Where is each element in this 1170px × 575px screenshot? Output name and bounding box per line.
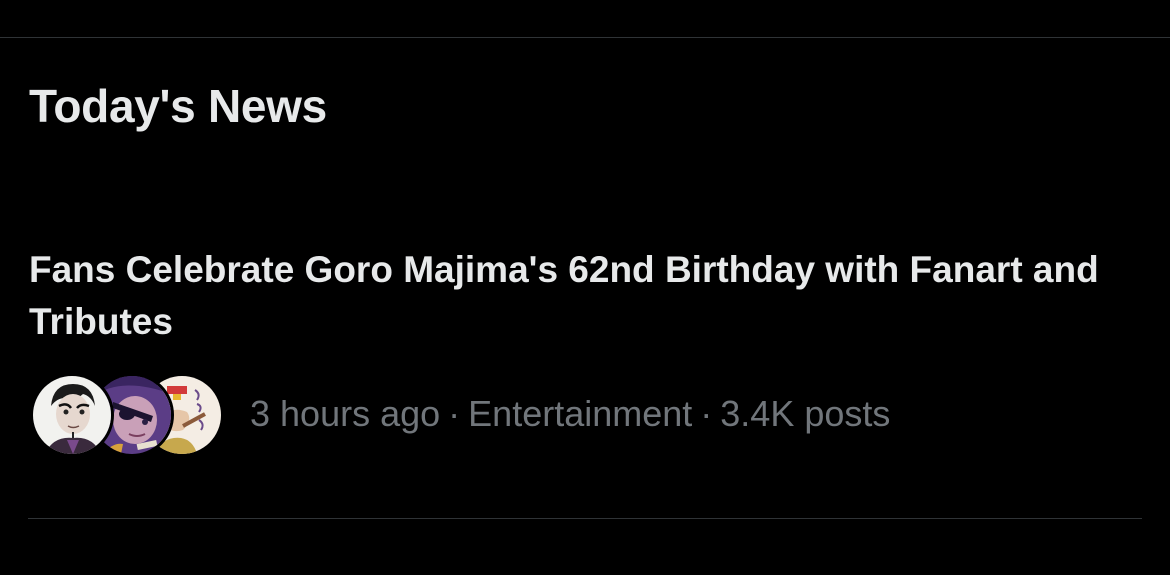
fanart-avatar-goro-icon (30, 373, 114, 457)
top-divider (0, 37, 1170, 38)
news-meta: 3 hours ago · Entertainment · 3.4K posts (30, 373, 890, 457)
news-time: 3 hours ago (250, 393, 441, 434)
news-meta-text: 3 hours ago · Entertainment · 3.4K posts (250, 392, 890, 436)
news-item[interactable]: Fans Celebrate Goro Majima's 62nd Birthd… (0, 240, 1170, 470)
bottom-divider (28, 518, 1142, 519)
meta-separator: · (700, 393, 713, 434)
avatar-stack (30, 373, 226, 457)
news-post-count: 3.4K posts (720, 393, 891, 434)
news-category[interactable]: Entertainment (468, 393, 692, 434)
section-title: Today's News (29, 80, 327, 132)
meta-separator: · (448, 393, 461, 434)
news-headline[interactable]: Fans Celebrate Goro Majima's 62nd Birthd… (29, 244, 1129, 348)
